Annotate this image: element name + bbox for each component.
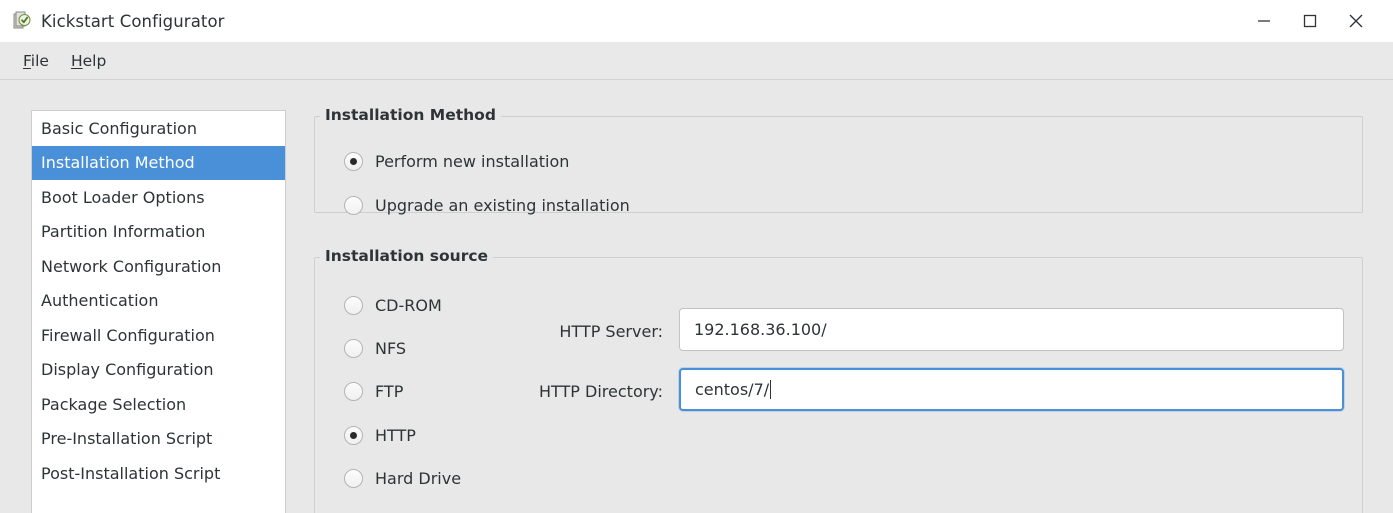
sidebar-item-partition-information[interactable]: Partition Information: [32, 215, 285, 250]
sidebar-item-label: Display Configuration: [41, 360, 214, 380]
radio-indicator: [344, 296, 363, 315]
sidebar-item-label: Network Configuration: [41, 256, 222, 276]
radio-label: FTP: [375, 382, 404, 401]
kickstart-configurator-window: Kickstart Configurator File Help Basic C…: [0, 0, 1393, 513]
text-caret: [770, 380, 772, 399]
sidebar-item-package-selection[interactable]: Package Selection: [32, 387, 285, 422]
sidebar-item-label: Basic Configuration: [41, 118, 197, 138]
menu-help-mnemonic: H: [70, 51, 83, 70]
sidebar-item-authentication[interactable]: Authentication: [32, 284, 285, 319]
menu-file-rest: ile: [30, 51, 49, 70]
sidebar-item-label: Boot Loader Options: [41, 187, 205, 207]
installation-method-group: Installation Method Perform new installa…: [314, 106, 1363, 215]
sidebar-item-label: Authentication: [41, 291, 159, 311]
sidebar-item-label: Post-Installation Script: [41, 463, 221, 483]
sidebar-item-label: Partition Information: [41, 222, 206, 242]
radio-perform-new-installation[interactable]: Perform new installation: [344, 152, 569, 171]
menu-file[interactable]: File: [12, 49, 60, 73]
radio-ftp[interactable]: FTP: [344, 382, 403, 401]
sidebar-item-label: Pre-Installation Script: [41, 429, 213, 449]
menubar: File Help: [0, 42, 1393, 80]
window-controls: [1241, 0, 1393, 42]
radio-label: Perform new installation: [375, 152, 570, 171]
close-icon[interactable]: [1333, 0, 1379, 42]
radio-label: NFS: [375, 339, 407, 358]
radio-label: CD-ROM: [375, 296, 442, 315]
installation-source-group: Installation source CD-ROM NFS FTP HTTP …: [314, 247, 1363, 513]
sidebar-item-label: Installation Method: [41, 153, 195, 173]
sidebar-item-installation-method[interactable]: Installation Method: [32, 145, 285, 180]
minimize-icon[interactable]: [1241, 0, 1287, 42]
section-list[interactable]: Basic Configuration Installation Method …: [31, 110, 286, 513]
maximize-icon[interactable]: [1287, 0, 1333, 42]
radio-label: Hard Drive: [375, 469, 462, 488]
kickstart-app-icon: [12, 11, 32, 31]
radio-http[interactable]: HTTP: [344, 426, 416, 445]
radio-indicator: [344, 152, 363, 171]
radio-hard-drive[interactable]: Hard Drive: [344, 469, 461, 488]
radio-indicator: [344, 382, 363, 401]
radio-nfs[interactable]: NFS: [344, 339, 406, 358]
sidebar-item-display-configuration[interactable]: Display Configuration: [32, 353, 285, 388]
sidebar-item-label: Package Selection: [41, 394, 187, 414]
radio-cdrom[interactable]: CD-ROM: [344, 296, 442, 315]
menu-file-mnemonic: F: [23, 51, 31, 70]
installation-source-title: Installation source: [320, 247, 494, 265]
sidebar-item-post-installation-script[interactable]: Post-Installation Script: [32, 456, 285, 491]
menu-help-rest: elp: [82, 51, 107, 70]
radio-indicator: [344, 469, 363, 488]
sidebar-item-network-configuration[interactable]: Network Configuration: [32, 249, 285, 284]
sidebar-item-pre-installation-script[interactable]: Pre-Installation Script: [32, 422, 285, 457]
radio-indicator: [344, 426, 363, 445]
content-area: Basic Configuration Installation Method …: [0, 81, 1393, 513]
radio-upgrade-existing-installation[interactable]: Upgrade an existing installation: [344, 196, 630, 215]
sidebar-item-boot-loader-options[interactable]: Boot Loader Options: [32, 180, 285, 215]
titlebar: Kickstart Configurator: [0, 0, 1393, 42]
http-directory-label: HTTP Directory:: [539, 382, 663, 401]
http-directory-value: centos/7/: [695, 380, 770, 399]
http-server-input[interactable]: 192.168.36.100/: [679, 308, 1344, 351]
installation-method-title: Installation Method: [320, 106, 501, 124]
http-server-label: HTTP Server:: [559, 322, 663, 341]
sidebar-item-firewall-configuration[interactable]: Firewall Configuration: [32, 318, 285, 353]
window-title: Kickstart Configurator: [41, 11, 225, 31]
menu-help[interactable]: Help: [60, 49, 117, 73]
http-directory-input[interactable]: centos/7/: [679, 368, 1344, 411]
radio-label: HTTP: [375, 426, 416, 445]
radio-indicator: [344, 196, 363, 215]
radio-indicator: [344, 339, 363, 358]
sidebar-item-label: Firewall Configuration: [41, 325, 215, 345]
sidebar-item-basic-configuration[interactable]: Basic Configuration: [32, 111, 285, 146]
http-server-value: 192.168.36.100/: [694, 320, 827, 339]
radio-label: Upgrade an existing installation: [375, 196, 630, 215]
